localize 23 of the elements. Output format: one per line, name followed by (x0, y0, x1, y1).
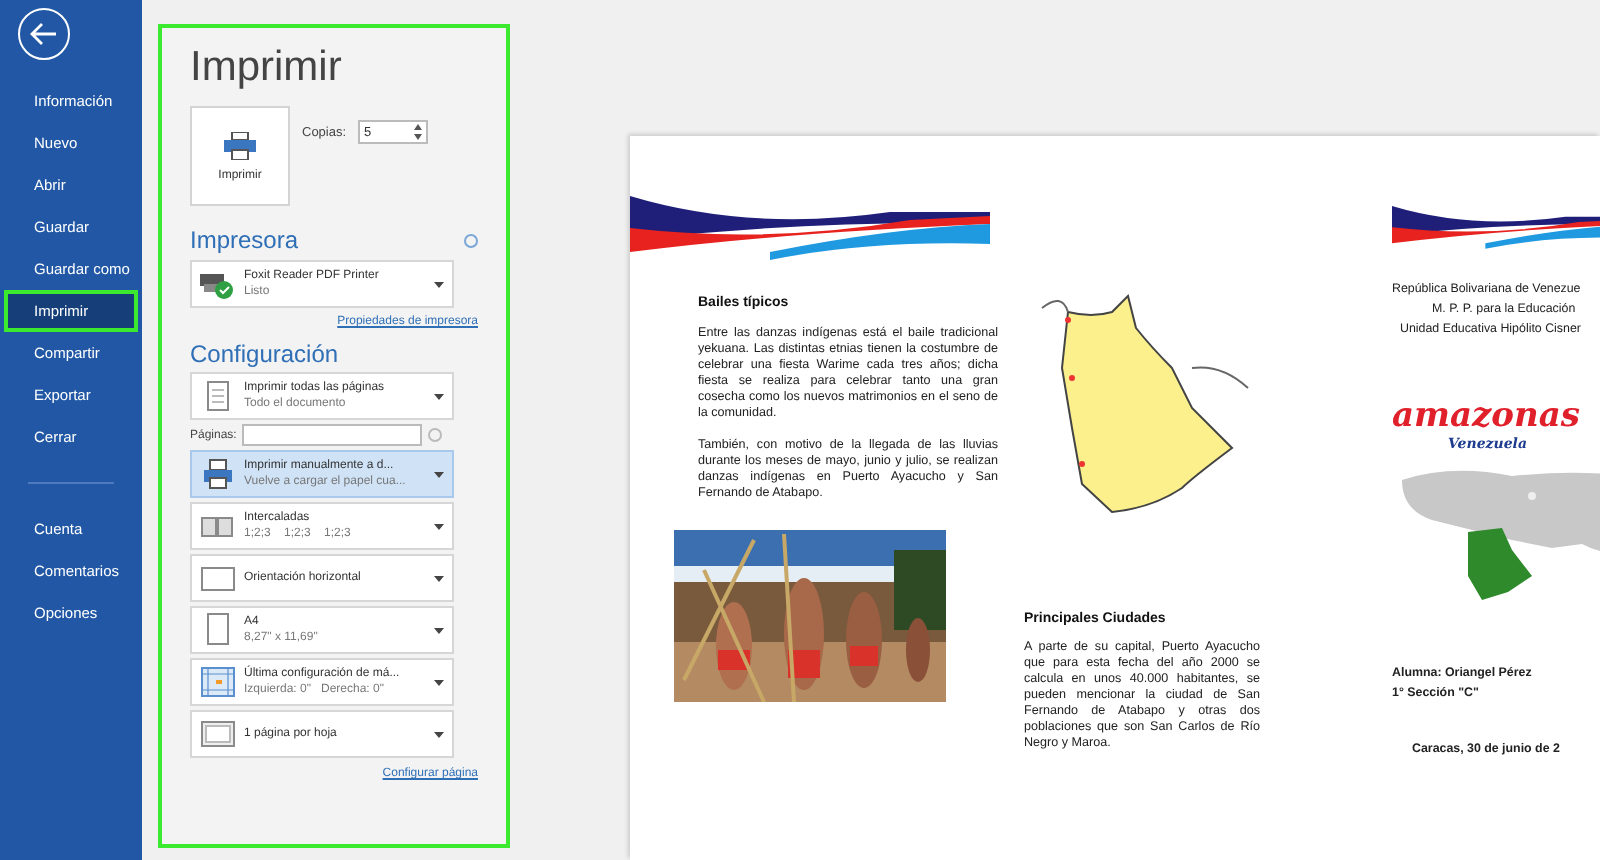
info-icon[interactable] (464, 233, 478, 247)
caret-icon (434, 627, 444, 633)
pages-field[interactable] (242, 424, 423, 446)
caret-icon (434, 523, 444, 529)
caret-icon (434, 393, 444, 399)
panel-title: Imprimir (190, 44, 344, 92)
spinner-arrows-icon (414, 124, 423, 140)
info-icon[interactable] (428, 428, 443, 442)
printer-ready-icon (200, 268, 236, 300)
back-arrow-icon (30, 22, 58, 46)
settings-heading: Configuración (190, 340, 339, 368)
caret-icon (434, 471, 444, 477)
margins-icon (200, 664, 236, 700)
back-button[interactable] (18, 8, 70, 60)
logo-title: amazonas (1392, 400, 1580, 434)
sheet-icon (200, 716, 236, 752)
caret-icon (434, 575, 444, 581)
caret-icon (434, 281, 444, 287)
printer-icon (224, 131, 256, 159)
printer-icon (200, 456, 236, 492)
caret-icon (434, 731, 444, 737)
printer-heading: Impresora (190, 226, 299, 254)
caret-icon (434, 679, 444, 685)
